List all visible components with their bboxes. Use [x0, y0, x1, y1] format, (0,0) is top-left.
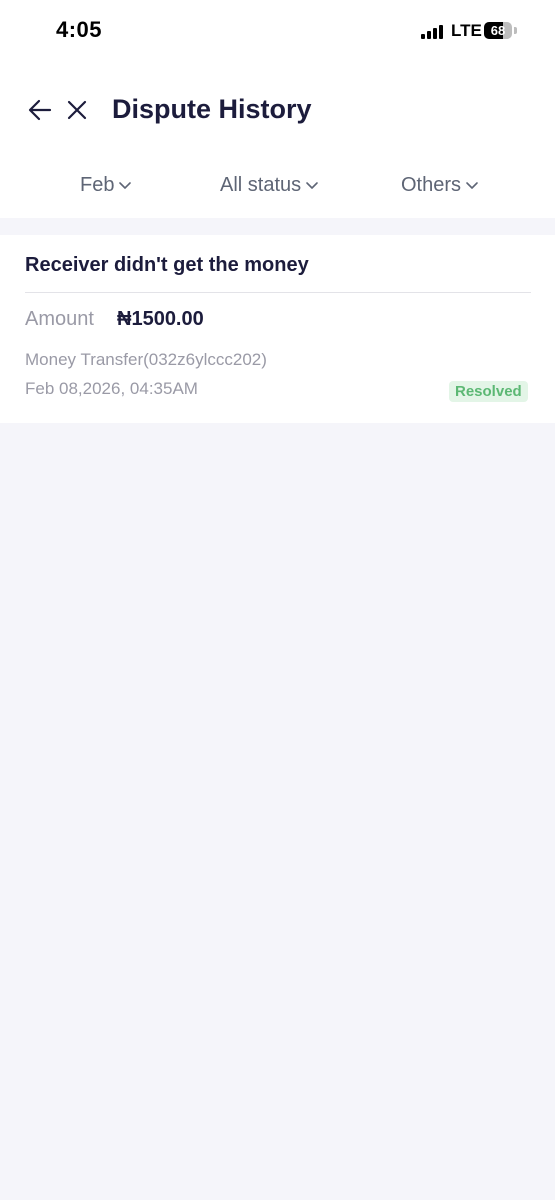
dispute-title: Receiver didn't get the money: [25, 254, 309, 276]
battery-icon: 68: [484, 22, 512, 39]
close-icon: [67, 100, 87, 120]
signal-icon: [421, 25, 445, 39]
page-title: Dispute History: [112, 94, 312, 124]
others-filter[interactable]: Others: [401, 174, 479, 197]
amount-value: ₦1500.00: [117, 308, 204, 330]
status-filter[interactable]: All status: [220, 174, 319, 197]
status-bar: 4:05 LTE 68: [0, 0, 555, 64]
dispute-card[interactable]: Receiver didn't get the money Amount ₦15…: [0, 235, 555, 423]
card-divider: [25, 292, 531, 293]
arrow-left-icon: [28, 99, 52, 121]
chevron-down-icon: [466, 181, 478, 189]
status-badge: Resolved: [449, 381, 528, 402]
battery-percent: 68: [490, 23, 506, 38]
others-filter-label: Others: [401, 174, 462, 196]
dispute-date: Feb 08,2026, 04:35AM: [25, 379, 198, 398]
status-time: 4:05: [56, 17, 103, 42]
chevron-down-icon: [306, 181, 318, 189]
status-filter-label: All status: [220, 174, 302, 196]
month-filter[interactable]: Feb: [80, 174, 132, 197]
battery-nub: [514, 27, 517, 34]
chevron-down-icon: [119, 181, 132, 189]
back-button[interactable]: [26, 96, 54, 124]
close-button[interactable]: [65, 98, 89, 122]
network-type: LTE: [451, 21, 482, 40]
month-filter-label: Feb: [80, 174, 115, 196]
amount-label: Amount: [25, 308, 94, 330]
transfer-reference: Money Transfer(032z6ylccc202): [25, 350, 267, 369]
